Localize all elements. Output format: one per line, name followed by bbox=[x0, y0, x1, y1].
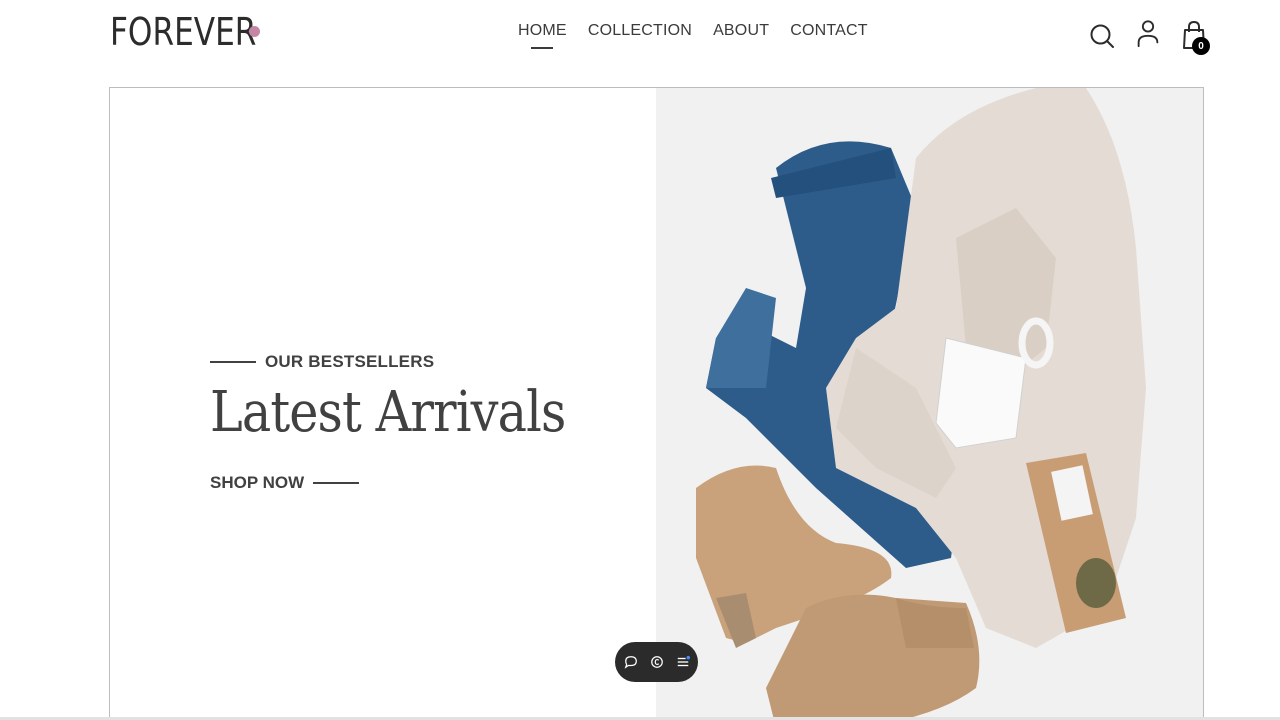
brand-name: FOREVER bbox=[110, 10, 257, 54]
shop-now-link[interactable]: SHOP NOW bbox=[210, 473, 360, 493]
nav-collection-label: COLLECTION bbox=[587, 22, 693, 39]
menu-icon bbox=[677, 655, 690, 667]
brand-dot bbox=[249, 26, 260, 37]
chat-button[interactable] bbox=[623, 654, 639, 670]
tag-label: OUR BESTSELLERS bbox=[265, 352, 435, 371]
hero-title: Latest Arrivals bbox=[210, 380, 566, 445]
hero-photo-illustration bbox=[656, 88, 1203, 720]
nav-contact[interactable]: CONTACT bbox=[790, 22, 868, 40]
main-nav: HOME COLLECTION ABOUT CONTACT bbox=[518, 22, 868, 49]
hero-text-panel: OUR BESTSELLERS Latest Arrivals SHOP NOW bbox=[110, 88, 656, 720]
tag-divider-line bbox=[210, 361, 256, 363]
nav-about[interactable]: ABOUT bbox=[713, 22, 769, 40]
site-header: FOREVER HOME COLLECTION ABOUT CONTACT 0 bbox=[0, 0, 1280, 70]
copyright-icon bbox=[650, 656, 663, 668]
chat-icon bbox=[624, 656, 637, 669]
cart-count-badge: 0 bbox=[1192, 37, 1210, 55]
nav-about-label: ABOUT bbox=[713, 22, 770, 39]
hero-image bbox=[656, 88, 1203, 720]
bestsellers-tag: OUR BESTSELLERS bbox=[210, 352, 434, 372]
hero-banner: OUR BESTSELLERS Latest Arrivals SHOP NOW bbox=[109, 87, 1204, 720]
user-icon bbox=[1137, 20, 1159, 48]
nav-home[interactable]: HOME bbox=[518, 22, 567, 49]
nav-collection[interactable]: COLLECTION bbox=[588, 22, 692, 40]
brand-logo[interactable]: FOREVER bbox=[110, 12, 289, 52]
profile-button[interactable] bbox=[1134, 18, 1162, 48]
active-underline bbox=[531, 47, 554, 49]
menu-button[interactable] bbox=[675, 654, 691, 670]
search-icon bbox=[1090, 24, 1114, 48]
nav-home-label: HOME bbox=[518, 22, 567, 39]
search-button[interactable] bbox=[1088, 20, 1116, 50]
floating-toolbar bbox=[615, 642, 698, 682]
shop-now-label: SHOP NOW bbox=[210, 473, 305, 492]
copyright-button[interactable] bbox=[649, 654, 665, 670]
shop-now-divider-line bbox=[313, 482, 360, 484]
nav-contact-label: CONTACT bbox=[790, 22, 868, 39]
